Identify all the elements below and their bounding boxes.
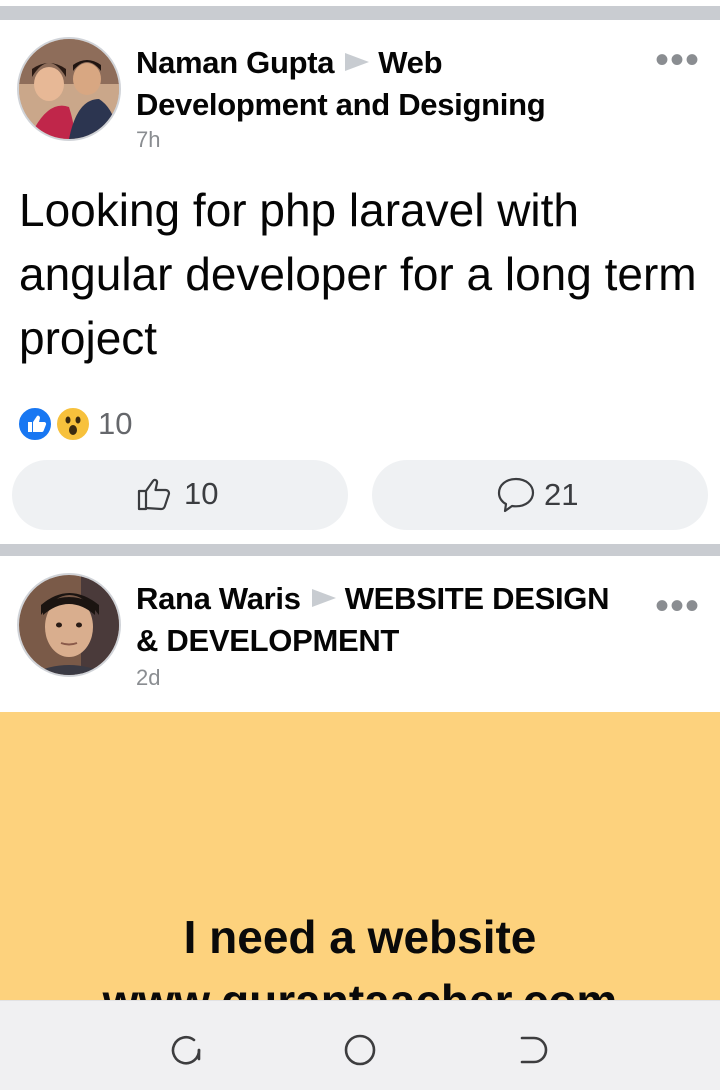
avatar-photo [19, 39, 119, 139]
post-background-card[interactable]: I need a website www.qurantaacher.com [0, 712, 720, 1000]
comment-count: 21 [544, 477, 579, 512]
post-text-line: I need a website [183, 911, 537, 963]
back-icon[interactable] [516, 1033, 550, 1067]
comment-button[interactable]: 21 [372, 460, 708, 530]
post-timestamp[interactable]: 7h [136, 127, 160, 153]
post-text: Looking for php laravel with angular dev… [19, 184, 697, 364]
shared-to-arrow-icon [345, 52, 370, 71]
post-header-title: Rana Waris WEBSITE DESIGN & DEVELOPMENT [136, 578, 636, 662]
wow-reaction-icon [55, 406, 91, 442]
recents-icon[interactable] [170, 1033, 204, 1067]
thumbs-up-icon [137, 478, 171, 511]
author-name[interactable]: Naman Gupta [136, 45, 335, 80]
feed-separator [0, 544, 720, 556]
reaction-count: 10 [98, 406, 133, 441]
avatar[interactable] [17, 573, 121, 677]
author-name[interactable]: Rana Waris [136, 581, 301, 616]
like-count: 10 [184, 476, 219, 511]
avatar-photo [19, 575, 119, 675]
home-icon[interactable] [343, 1033, 377, 1067]
shared-to-arrow-icon [311, 588, 336, 607]
more-icon[interactable]: ••• [655, 586, 700, 626]
avatar[interactable] [17, 37, 121, 141]
post-timestamp[interactable]: 2d [136, 665, 160, 691]
like-button[interactable]: 10 [12, 460, 348, 530]
post-text-line: www.qurantaacher.com [0, 974, 720, 1000]
feed-separator [0, 6, 720, 20]
more-icon[interactable]: ••• [655, 40, 700, 80]
post-card: Naman Gupta Web Development and Designing… [0, 20, 720, 544]
like-reaction-icon [17, 406, 53, 442]
comment-icon [497, 477, 535, 513]
system-navigation-bar [0, 1000, 720, 1090]
post-header-title: Naman Gupta Web Development and Designing [136, 42, 636, 126]
